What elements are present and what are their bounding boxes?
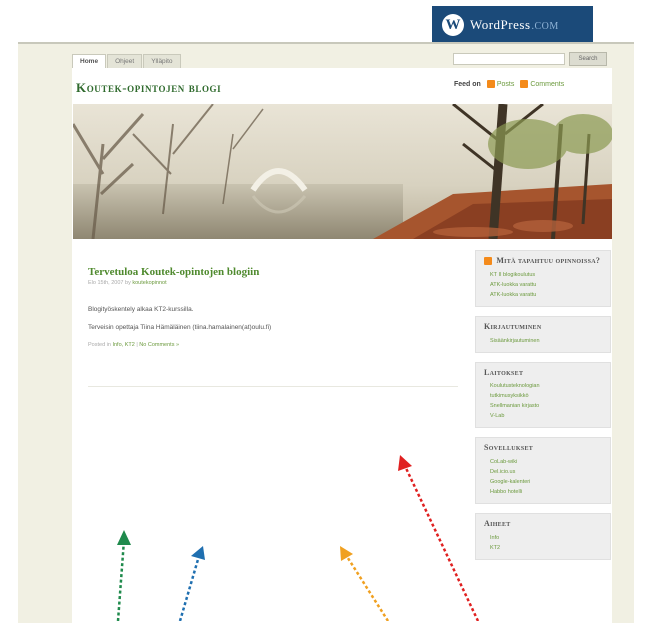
blog-title[interactable]: Koutek-opintojen blogi <box>76 80 221 96</box>
widget-events: Mitä tapahtuu opinnoissa? KT II blogikou… <box>475 250 611 307</box>
widget-title-events: Mitä tapahtuu opinnoissa? <box>484 256 602 266</box>
post-paragraph: Blogityöskentely alkaa KT2-kurssilla. <box>88 306 194 313</box>
tab-home[interactable]: Home <box>72 54 107 68</box>
rss-icon[interactable] <box>484 257 492 266</box>
widget-link[interactable]: KT II blogikoulutus <box>490 270 602 280</box>
post-divider <box>88 386 458 387</box>
rss-icon <box>520 80 529 88</box>
feed-links: Feed on Posts Comments <box>454 80 570 88</box>
widget-link[interactable]: tutkimusyksikkö <box>490 391 602 401</box>
feed-comments-link[interactable]: Comments <box>530 81 564 88</box>
post-date: Elo 15th, 2007 <box>88 280 124 286</box>
widget-link[interactable]: CoLab-wiki <box>490 457 602 467</box>
post-paragraph: Terveisin opettaja Tiina Hämäläinen (tii… <box>88 323 272 331</box>
post-footer: Posted in Info, KT2 | No Comments » <box>88 341 180 348</box>
widget-link[interactable]: V-Lab <box>490 411 602 421</box>
widget-list: Info KT2 <box>484 533 602 553</box>
misty-park-illustration <box>73 104 612 239</box>
widget-departments: Laitokset Koulutusteknologian tutkimusyk… <box>475 361 611 429</box>
search-input[interactable] <box>453 53 565 65</box>
site-background: Home Ohjeet Ylläpito Search Koutek-opint… <box>18 42 634 623</box>
widget-link[interactable]: ATK-luokka varattu <box>490 290 602 300</box>
wordpress-logo-icon: W <box>442 14 464 36</box>
sidebar: Mitä tapahtuu opinnoissa? KT II blogikou… <box>475 250 611 569</box>
search-button[interactable]: Search <box>569 52 607 66</box>
widget-list: CoLab-wiki Del.icio.us Google-kalenteri … <box>484 457 602 497</box>
wordpress-wordmark: WordPress.COM <box>470 17 559 33</box>
post-categories-link[interactable]: Info, KT2 <box>112 342 134 348</box>
widget-title-topics: Aiheet <box>484 519 511 529</box>
widget-link[interactable]: Del.icio.us <box>490 467 602 477</box>
widget-link[interactable]: Info <box>490 533 602 543</box>
widget-link[interactable]: ATK-luokka varattu <box>490 280 602 290</box>
feed-label: Feed on <box>454 80 481 88</box>
widget-title-login: Kirjautuminen <box>484 321 542 331</box>
widget-link[interactable]: Sisäänkirjautuminen <box>490 336 602 346</box>
widget-title-text[interactable]: Mitä tapahtuu opinnoissa? <box>496 256 600 265</box>
blog-post: Tervetuloa Koutek-opintojen blogiin Elo … <box>88 266 448 348</box>
blog-page: Koutek-opintojen blogi Feed on Posts Com… <box>72 68 612 623</box>
tab-ohjeet[interactable]: Ohjeet <box>107 54 143 68</box>
widget-link[interactable]: Google-kalenteri <box>490 477 602 487</box>
widget-topics: Aiheet Info KT2 <box>475 513 611 560</box>
widget-applications: Sovellukset CoLab-wiki Del.icio.us Googl… <box>475 437 611 505</box>
top-navigation: Home Ohjeet Ylläpito <box>72 54 182 68</box>
post-body: Blogityöskentely alkaa KT2-kurssilla. Te… <box>88 306 448 332</box>
widget-link[interactable]: Habbo hotelli <box>490 487 602 497</box>
wordpress-domain-suffix: .COM <box>531 21 559 32</box>
widget-list: KT II blogikoulutus ATK-luokka varattu A… <box>484 270 602 300</box>
widget-link[interactable]: KT2 <box>490 543 602 553</box>
widget-title-applications: Sovellukset <box>484 443 534 453</box>
post-author-link[interactable]: koutekopinnot <box>132 280 166 286</box>
widget-list: Koulutusteknologian tutkimusyksikkö Snel… <box>484 381 602 421</box>
widget-list: Sisäänkirjautuminen <box>484 336 602 346</box>
header-image-misty-park <box>73 104 612 239</box>
post-meta: Elo 15th, 2007 by koutekopinnot <box>88 280 448 286</box>
rss-icon <box>486 80 495 88</box>
feed-posts-link[interactable]: Posts <box>497 81 515 88</box>
widget-link[interactable]: Koulutusteknologian <box>490 381 602 391</box>
widget-login: Kirjautuminen Sisäänkirjautuminen <box>475 315 611 353</box>
widget-title-departments: Laitokset <box>484 367 524 377</box>
posted-in-label: Posted in <box>88 341 111 348</box>
wordpress-com-banner[interactable]: W WordPress.COM <box>432 6 593 44</box>
wordpress-brand: WordPress <box>470 17 531 32</box>
widget-link[interactable]: Snellmanian kirjasto <box>490 401 602 411</box>
tab-yllapito[interactable]: Ylläpito <box>143 54 181 68</box>
post-comments-link[interactable]: No Comments » <box>139 342 179 348</box>
post-author-prefix: by <box>125 280 131 286</box>
post-title[interactable]: Tervetuloa Koutek-opintojen blogiin <box>88 266 448 278</box>
